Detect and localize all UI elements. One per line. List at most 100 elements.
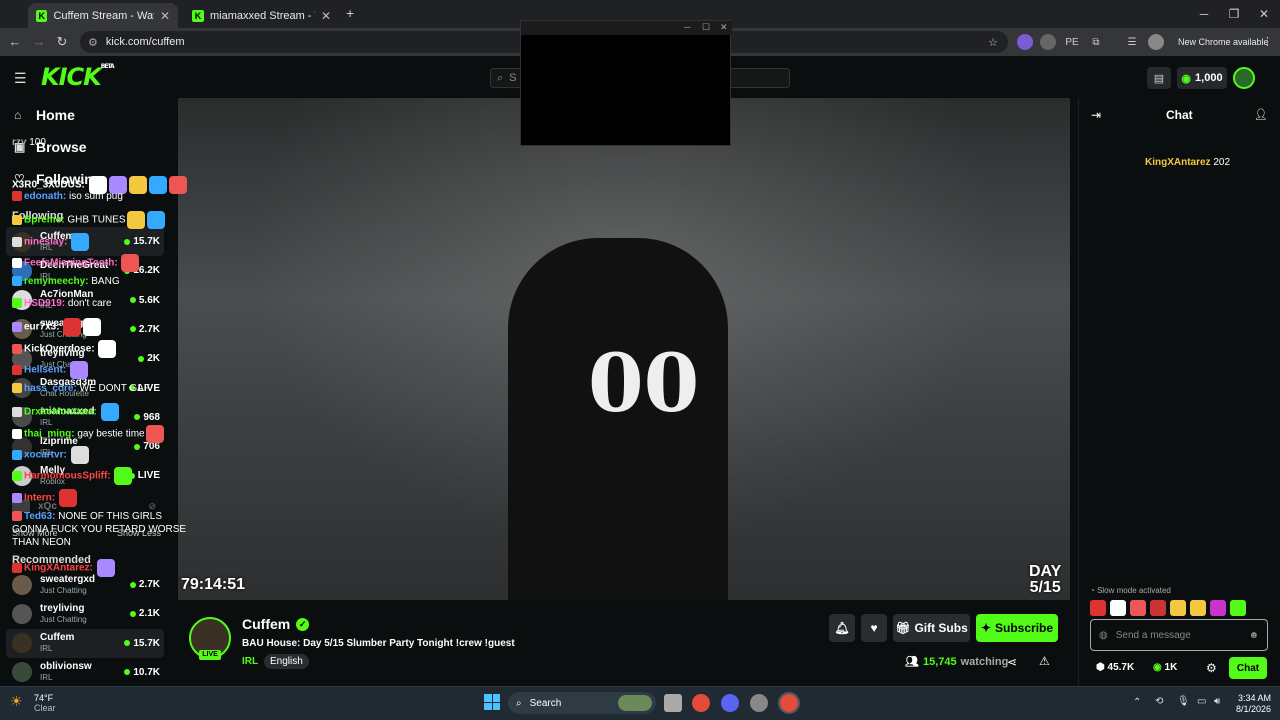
chat-username[interactable]: Ted63: xyxy=(24,511,56,522)
pip-close-icon[interactable]: ✕ xyxy=(720,22,728,33)
chat-username[interactable]: xocartvr: xyxy=(24,450,67,461)
follow-button[interactable]: ♥ xyxy=(861,614,887,642)
streamer-name[interactable]: Cuffem xyxy=(242,616,290,632)
layout-icon[interactable]: ▤ xyxy=(1147,67,1171,89)
chat-username[interactable]: Hellsent: xyxy=(24,365,66,376)
emote-picker-icon[interactable]: ◍ xyxy=(1099,630,1108,641)
taskbar-search[interactable]: ⌕ Search xyxy=(508,692,656,714)
gift-subs-button[interactable]: 🎁︎ Gift Subs xyxy=(893,614,970,642)
pip-minimize-icon[interactable]: ─ xyxy=(684,22,690,32)
quick-emote[interactable] xyxy=(1130,600,1146,616)
streamer-name-row[interactable]: Cuffem ✓ xyxy=(242,616,310,632)
discord-icon[interactable] xyxy=(721,694,739,712)
channel-category: IRL xyxy=(40,644,53,654)
chat-username[interactable]: DrxkoMontana: xyxy=(24,407,97,418)
site-info-icon[interactable]: ⚙ xyxy=(88,36,98,49)
chat-username[interactable]: KingXAntarez xyxy=(1145,157,1211,168)
restore-icon[interactable]: ❐ xyxy=(1218,0,1250,28)
back-icon[interactable]: ← xyxy=(7,34,23,50)
chrome-update-notice[interactable]: New Chrome available xyxy=(1178,37,1269,47)
sidebar-item-home[interactable]: ⌂ Home xyxy=(14,107,75,123)
collapse-chat-icon[interactable]: ⇥ xyxy=(1091,108,1101,122)
browser-tab-miamaxxed[interactable]: K miamaxxed Stream - Watch Live ✕ xyxy=(184,3,360,28)
minimize-icon[interactable]: ─ xyxy=(1188,0,1220,28)
profile-avatar-icon[interactable] xyxy=(1148,34,1164,50)
close-tab-icon[interactable]: ✕ xyxy=(321,9,331,23)
quick-emote[interactable] xyxy=(1150,600,1166,616)
weather-widget[interactable]: 74°F Clear xyxy=(34,693,56,713)
user-avatar[interactable] xyxy=(1233,67,1255,89)
tray-app-icon[interactable]: ⟲ xyxy=(1155,696,1163,707)
extension-icon[interactable] xyxy=(1040,34,1056,50)
weather-icon[interactable]: ☀ xyxy=(10,693,23,710)
subscribe-button[interactable]: ✦ Subscribe xyxy=(976,614,1058,642)
extension-icon[interactable] xyxy=(1017,34,1033,50)
close-window-icon[interactable]: ✕ xyxy=(1248,0,1280,28)
sidebar-channel-row[interactable]: oblivionsw IRL 10.7K xyxy=(6,658,164,687)
chat-username[interactable]: X3R0_3X0DUS: xyxy=(12,180,85,191)
chat-username[interactable]: HarmoniousSpliff: xyxy=(24,471,111,482)
chat-username[interactable]: KickOverdose: xyxy=(24,344,95,355)
chat-username[interactable]: FeefsMissingTooth: xyxy=(24,258,118,269)
points-button[interactable]: ◉ 1,000 xyxy=(1177,67,1227,89)
chat-username[interactable]: KingXAntarez: xyxy=(24,563,93,574)
quick-emote[interactable] xyxy=(1230,600,1246,616)
file-explorer-icon[interactable] xyxy=(664,694,682,712)
chat-username[interactable]: nineslay: xyxy=(24,237,67,248)
chrome-icon[interactable] xyxy=(692,694,710,712)
chat-input-placeholder: Send a message xyxy=(1115,629,1191,641)
picture-in-picture-window[interactable]: ─ ☐ ✕ xyxy=(520,20,732,146)
chat-username[interactable]: Bpreme: xyxy=(24,215,65,226)
share-icon[interactable]: ⋖ xyxy=(1007,655,1017,669)
extension-icon[interactable]: PE xyxy=(1064,34,1080,50)
notification-bell-button[interactable]: 🔔︎ xyxy=(829,614,855,642)
close-tab-icon[interactable]: ✕ xyxy=(160,9,170,23)
chrome-active-icon[interactable] xyxy=(778,692,800,714)
extensions-puzzle-icon[interactable]: ⧉ xyxy=(1088,34,1104,50)
chat-message-input[interactable]: ◍ Send a message ☻ xyxy=(1090,619,1268,651)
chat-username[interactable]: thai_ming: xyxy=(24,429,75,440)
chat-username[interactable]: hass_core: xyxy=(24,383,77,394)
chat-username[interactable]: remymeechy: xyxy=(24,276,88,287)
windows-start-icon[interactable] xyxy=(484,694,500,710)
quick-emote[interactable] xyxy=(1110,600,1126,616)
pip-maximize-icon[interactable]: ☐ xyxy=(702,22,710,33)
quick-emote[interactable] xyxy=(1090,600,1106,616)
chat-username[interactable]: eur7x3: xyxy=(24,322,60,333)
chat-users-icon[interactable]: 👤︎ xyxy=(1254,108,1268,121)
channel-name: Cuffem xyxy=(40,632,75,644)
quick-emote[interactable] xyxy=(1210,600,1226,616)
new-tab-icon[interactable]: + xyxy=(346,5,354,21)
app-icon[interactable] xyxy=(750,694,768,712)
chrome-menu-icon[interactable]: ⋮ xyxy=(1262,35,1273,48)
chat-username[interactable]: rzy xyxy=(12,137,26,148)
microphone-icon[interactable]: 🎙︎ xyxy=(1177,696,1190,707)
chat-username[interactable]: HSD919: xyxy=(24,298,65,309)
sidebar-channel-row[interactable]: Cuffem IRL 15.7K xyxy=(6,628,164,658)
stream-category-link[interactable]: IRL xyxy=(242,656,258,667)
video-player[interactable]: 00 xyxy=(178,98,1070,600)
clock[interactable]: 3:34 AM 8/1/2026 xyxy=(1236,693,1271,715)
chat-message: rzy 100 xyxy=(12,136,72,149)
tray-overflow-icon[interactable]: ⌃ xyxy=(1133,697,1141,708)
report-icon[interactable]: ⚠ xyxy=(1039,654,1050,668)
chat-username[interactable]: edonath: xyxy=(24,191,66,202)
language-tag[interactable]: English xyxy=(264,654,309,669)
emoji-icon[interactable]: ☻ xyxy=(1248,630,1259,641)
forward-icon[interactable]: → xyxy=(31,34,47,50)
send-chat-button[interactable]: Chat xyxy=(1229,657,1267,679)
quick-emote[interactable] xyxy=(1190,600,1206,616)
viewers-icon: 👥︎ xyxy=(905,656,919,668)
display-icon[interactable]: ▭ xyxy=(1197,696,1206,707)
bookmark-star-icon[interactable]: ☆ xyxy=(988,36,998,49)
reading-list-icon[interactable]: ☰ xyxy=(1124,34,1140,50)
kick-logo[interactable]: KICKBETA xyxy=(41,63,115,91)
volume-icon[interactable]: 🔊︎ xyxy=(1214,696,1220,707)
reload-icon[interactable]: ↻ xyxy=(54,34,70,50)
chat-username[interactable]: Intern: xyxy=(24,493,55,504)
chat-settings-gear-icon[interactable]: ⚙ xyxy=(1206,661,1217,675)
sidebar-channel-row[interactable]: treyliving Just Chatting 2.1K xyxy=(6,599,164,628)
quick-emote[interactable] xyxy=(1170,600,1186,616)
menu-hamburger-icon[interactable]: ☰ xyxy=(14,70,27,87)
browser-tab-cuffem[interactable]: K Cuffem Stream - Watch Live ✕ xyxy=(28,3,178,28)
